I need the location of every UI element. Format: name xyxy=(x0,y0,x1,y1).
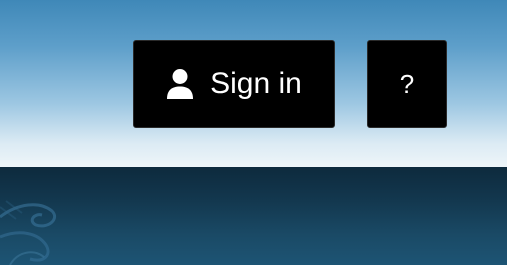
background-image xyxy=(0,167,507,265)
sign-in-button[interactable]: Sign in xyxy=(133,40,335,128)
page: Sign in ? xyxy=(0,0,507,265)
user-icon xyxy=(166,68,194,100)
sign-in-label: Sign in xyxy=(210,67,302,100)
help-label: ? xyxy=(399,69,415,99)
help-button[interactable]: ? xyxy=(367,40,447,128)
background-decoration xyxy=(0,200,57,265)
header-bar: Sign in ? xyxy=(0,0,507,167)
